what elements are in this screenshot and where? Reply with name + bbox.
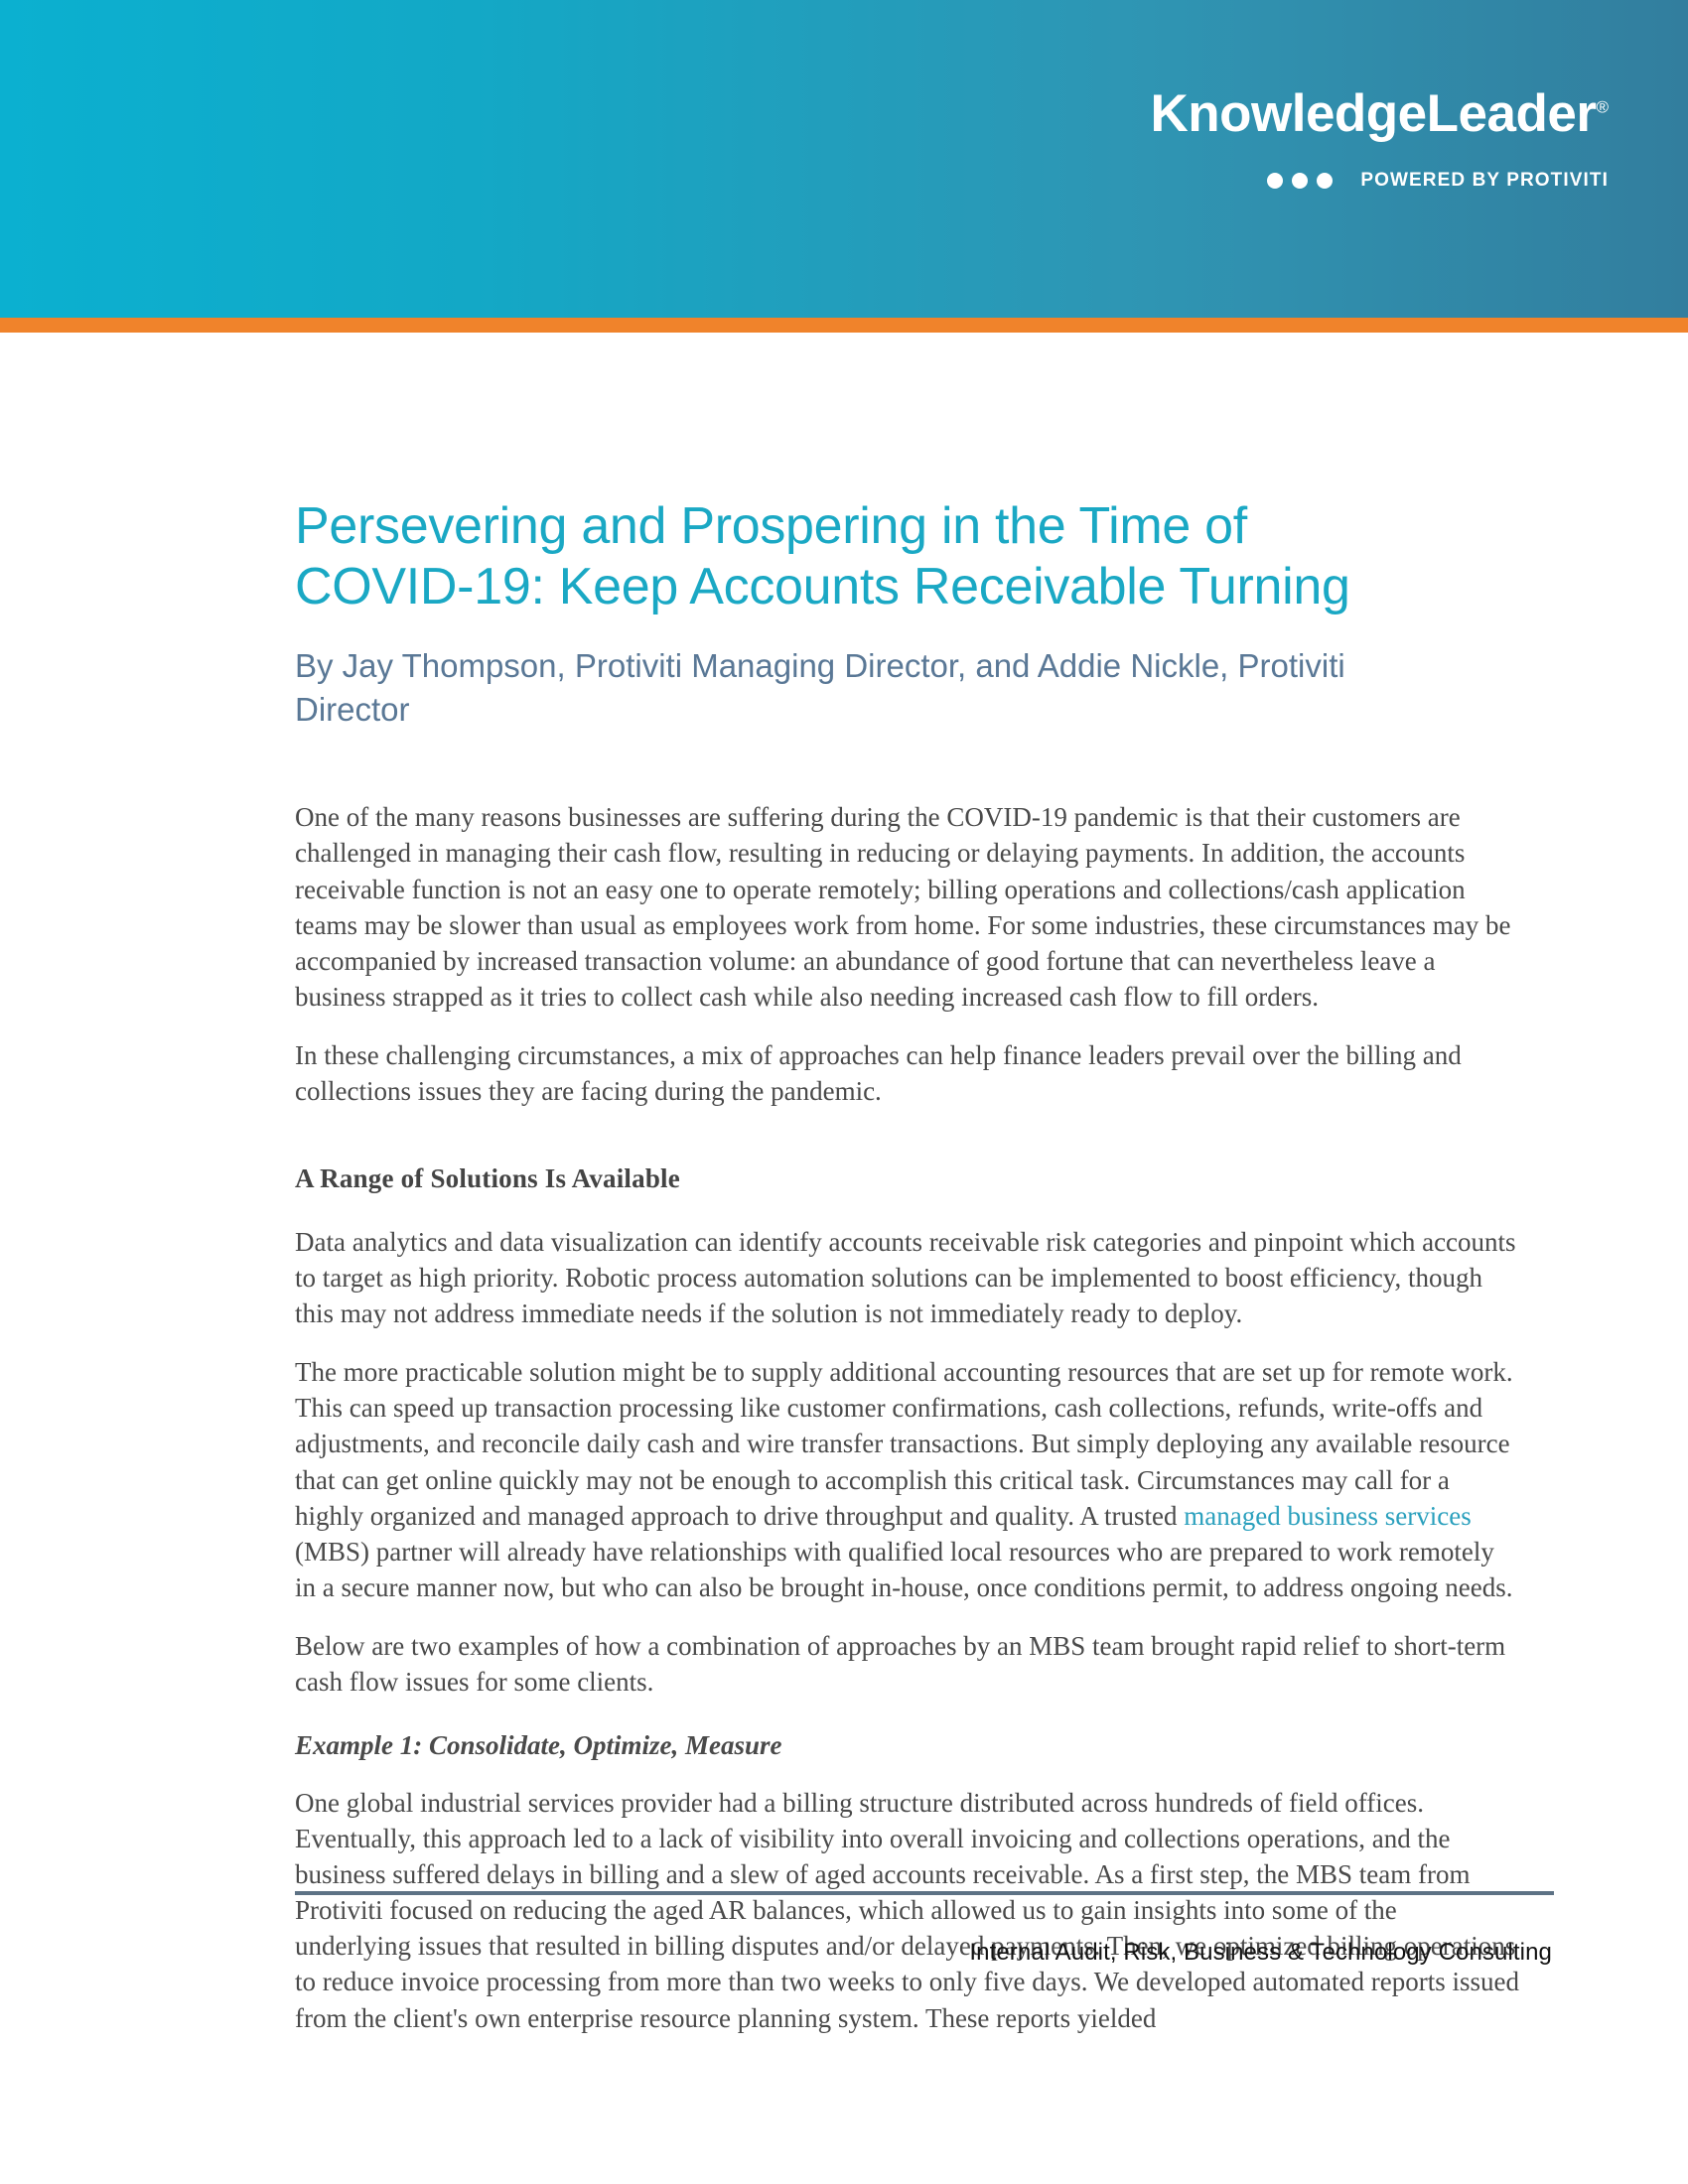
section-heading-solutions: A Range of Solutions Is Available <box>295 1162 680 1193</box>
page-footer: Internal Audit, Risk, Business & Technol… <box>295 1890 1554 1967</box>
paragraph-intro-2: In these challenging circumstances, a mi… <box>295 1040 1462 1107</box>
paragraph-text-after-link: (MBS) partner will already have relation… <box>295 1536 1513 1603</box>
page-body: Persevering and Prospering in the Time o… <box>0 333 1688 2036</box>
dot-icon-1 <box>1267 173 1284 189</box>
page-title: Persevering and Prospering in the Time o… <box>295 497 1350 616</box>
paragraph-solutions-2: The more practicable solution might be t… <box>295 1354 1519 1605</box>
brand-tagline-row: POWERED BY PROTIVITI <box>1150 170 1609 192</box>
registered-trademark-icon: ® <box>1596 97 1609 117</box>
brand-wordmark-text: KnowledgeLeader <box>1150 84 1597 143</box>
footer-divider <box>295 1890 1554 1895</box>
paragraph-examples-intro: Below are two examples of how a combinat… <box>295 1631 1506 1698</box>
paragraph-intro-1: One of the many reasons businesses are s… <box>295 802 1511 1013</box>
brand-tagline: POWERED BY PROTIVITI <box>1360 170 1609 191</box>
dot-icon-3 <box>1317 173 1334 189</box>
dot-icon-2 <box>1292 173 1309 189</box>
brand-wordmark: KnowledgeLeader® <box>1150 87 1609 140</box>
byline: By Jay Thompson, Protiviti Managing Dire… <box>295 646 1345 728</box>
three-dots-icon <box>1267 173 1334 189</box>
page-header-banner: KnowledgeLeader® POWERED BY PROTIVITI <box>0 0 1688 318</box>
managed-business-services-link[interactable]: managed business services <box>1184 1501 1471 1531</box>
example-1-heading: Example 1: Consolidate, Optimize, Measur… <box>295 1729 782 1760</box>
footer-tagline: Internal Audit, Risk, Business & Technol… <box>969 1938 1552 1966</box>
orange-accent-bar <box>0 318 1688 333</box>
article-content: Persevering and Prospering in the Time o… <box>295 333 1519 2036</box>
brand-logo-block: KnowledgeLeader® POWERED BY PROTIVITI <box>1150 87 1609 192</box>
paragraph-solutions-1: Data analytics and data visualization ca… <box>295 1226 1516 1328</box>
